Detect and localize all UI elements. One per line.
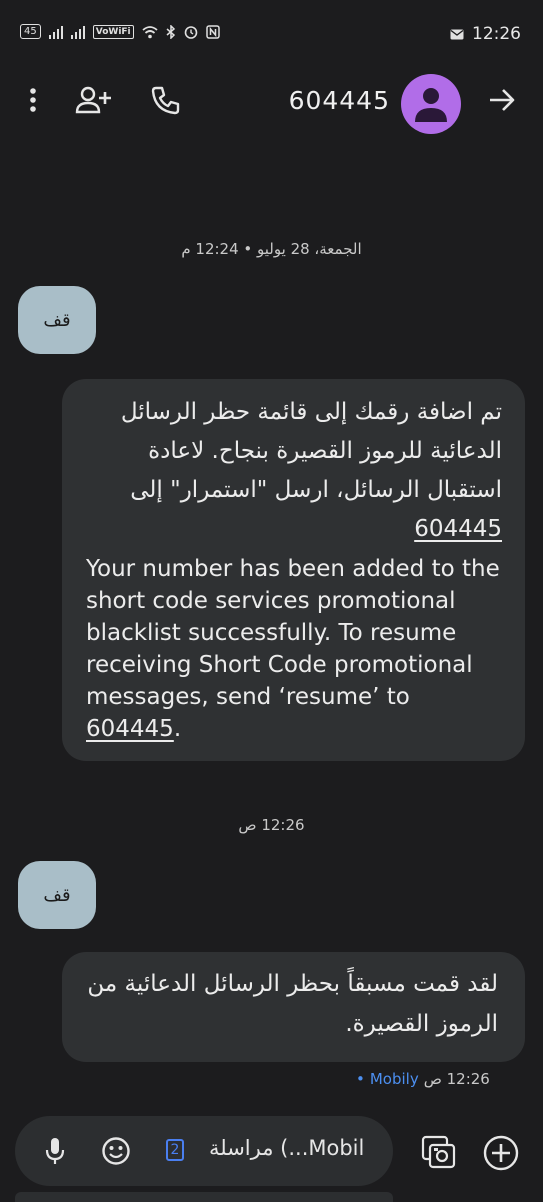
compose-input[interactable]: مراسلة (...Mobil — [209, 1136, 364, 1160]
date-separator: الجمعة، 28 يوليو • 12:24 م — [181, 240, 362, 258]
time-separator: 12:26 ص — [238, 816, 305, 834]
signal-bars-icon — [70, 25, 85, 39]
phone-number-link[interactable]: 604445 — [414, 516, 502, 542]
more-vert-icon[interactable] — [18, 82, 48, 118]
add-icon[interactable] — [480, 1132, 522, 1174]
message-meta: • Mobily 12:26 ص — [356, 1070, 490, 1088]
emoji-icon[interactable] — [99, 1134, 133, 1168]
phone-icon[interactable] — [148, 82, 184, 118]
sim-card-icon[interactable]: 2 — [166, 1139, 184, 1161]
nfc-icon — [205, 24, 220, 39]
alarm-icon — [184, 25, 197, 39]
bluetooth-icon — [166, 24, 175, 39]
message-time: 12:26 ص — [423, 1070, 490, 1088]
add-person-icon[interactable] — [74, 82, 114, 118]
status-icons-right: 12:26 — [450, 24, 521, 44]
message-arabic-text: تم اضافة رقمك إلى قائمة حظر الرسائل الدع… — [86, 393, 502, 549]
forward-arrow-icon[interactable] — [484, 82, 520, 118]
arabic-text: تم اضافة رقمك إلى قائمة حظر الرسائل الدع… — [120, 399, 502, 503]
gallery-icon[interactable] — [418, 1132, 460, 1174]
status-icons-left: 45 VoWiFi — [20, 24, 220, 39]
message-arabic-text: لقد قمت مسبقاً بحظر الرسائل الدعائية من … — [87, 971, 498, 1037]
sent-message-bubble[interactable]: قف — [18, 861, 96, 929]
status-time: 12:26 — [472, 24, 521, 44]
signal-bars-icon — [48, 25, 63, 39]
received-message-bubble[interactable]: لقد قمت مسبقاً بحظر الرسائل الدعائية من … — [62, 952, 525, 1062]
sent-message-bubble[interactable]: قف — [18, 286, 96, 354]
vowifi-icon: VoWiFi — [92, 24, 134, 39]
message-english-text: Your number has been added to the short … — [86, 556, 500, 742]
conversation-title[interactable]: 604445 — [289, 86, 390, 115]
english-text: Your number has been added to the short … — [86, 556, 500, 710]
received-message-bubble[interactable]: تم اضافة رقمك إلى قائمة حظر الرسائل الدع… — [62, 379, 525, 761]
avatar-icon[interactable] — [401, 74, 461, 134]
keyboard-suggestion-strip — [15, 1192, 393, 1202]
mic-icon[interactable] — [43, 1134, 67, 1168]
app-bar: 604445 — [0, 70, 543, 134]
compose-bar[interactable]: 2 مراسلة (...Mobil — [15, 1116, 393, 1186]
status-bar: 45 VoWiFi 12:26 — [0, 0, 543, 70]
battery-badge: 45 — [20, 24, 41, 39]
wifi-icon — [142, 25, 158, 38]
meta-separator: • — [356, 1070, 365, 1088]
carrier-label: Mobily — [369, 1070, 419, 1088]
message-icon — [450, 29, 464, 39]
phone-number-link[interactable]: 604445 — [86, 716, 174, 742]
